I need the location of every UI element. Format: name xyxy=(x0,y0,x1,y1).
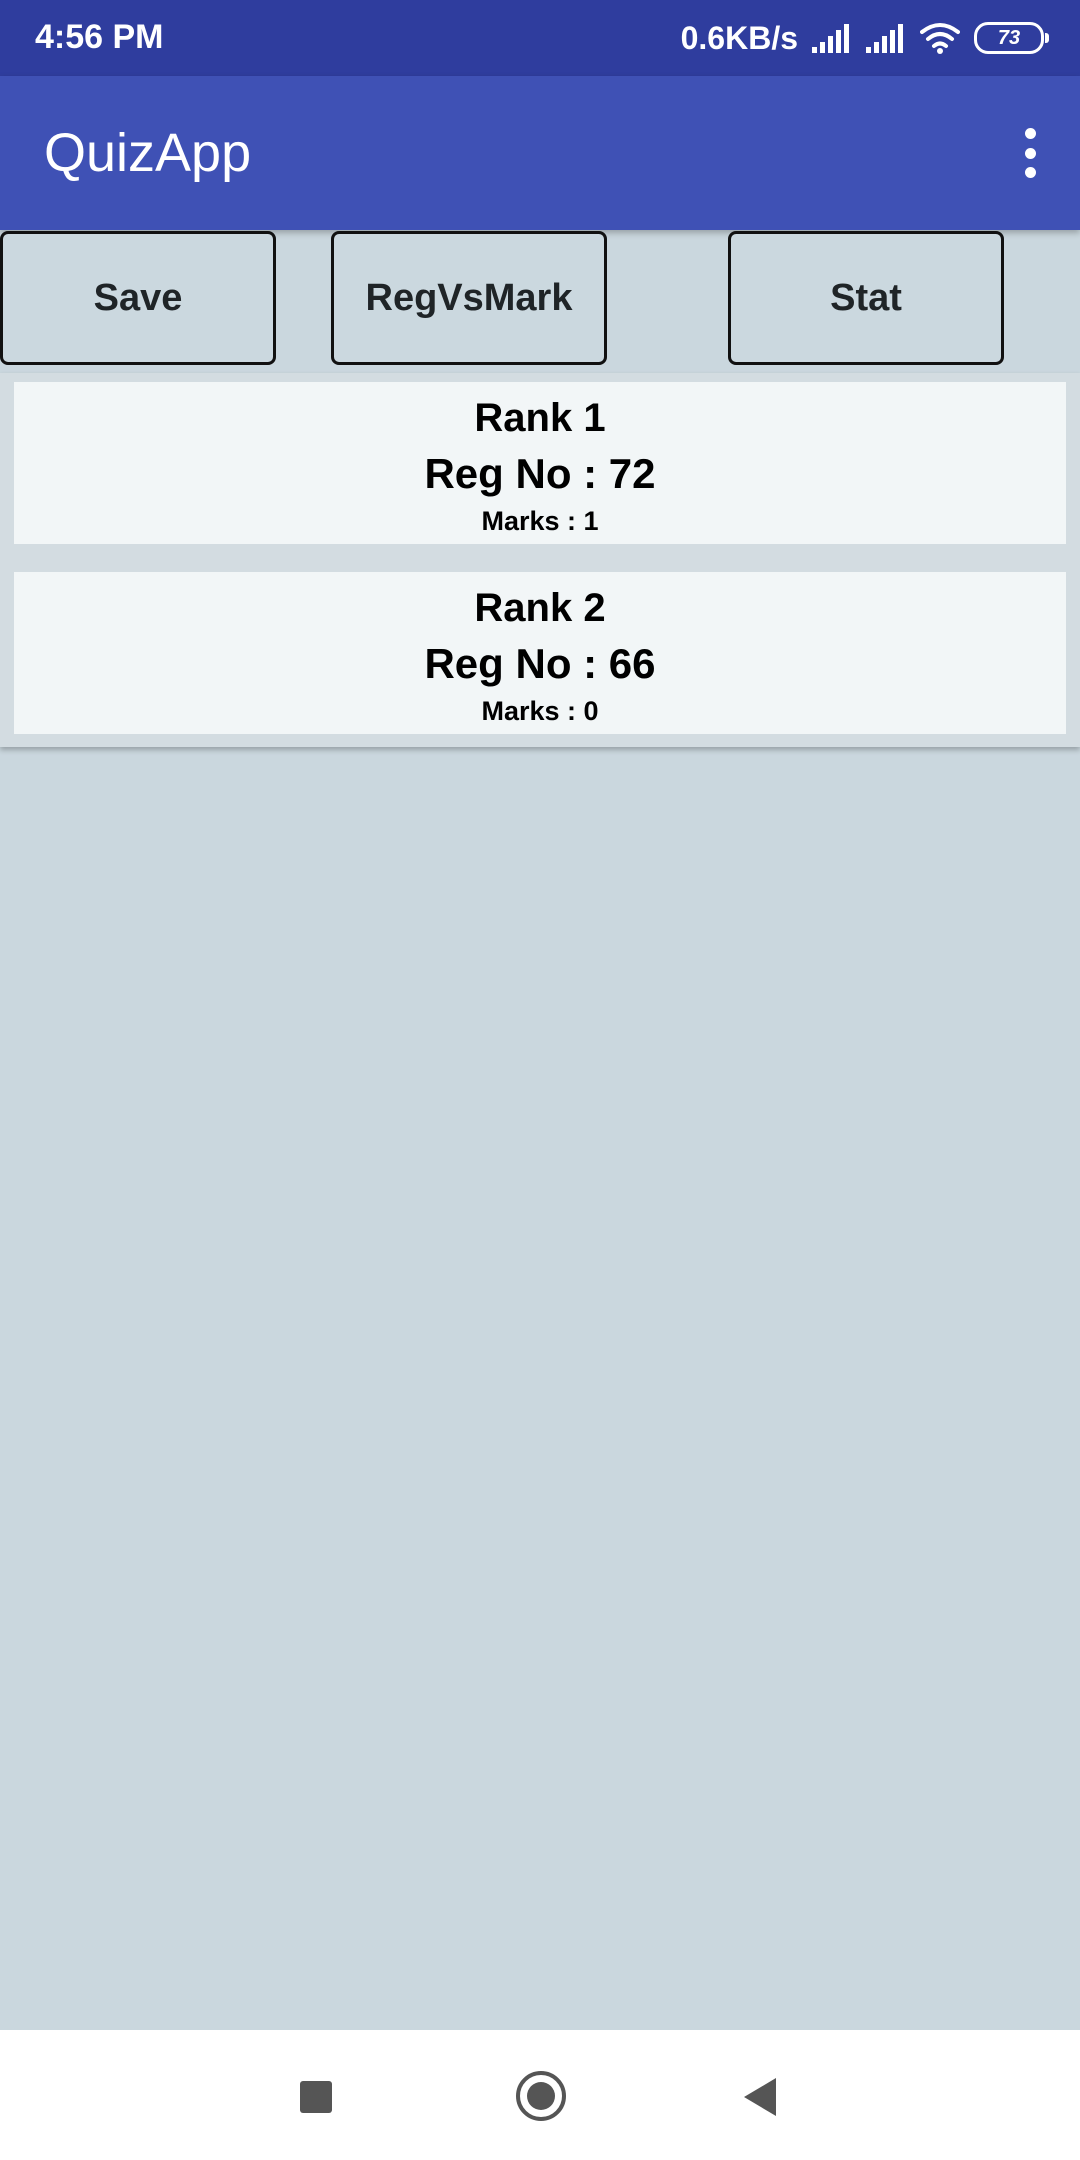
signal-icon xyxy=(866,24,903,53)
app-bar: QuizApp xyxy=(0,76,1080,230)
navigation-bar xyxy=(0,2030,1080,2160)
wifi-icon xyxy=(920,23,960,54)
status-time: 4:56 PM xyxy=(35,18,164,56)
status-icons: 0.6KB/s 73 xyxy=(680,16,1049,60)
reg-vs-mark-button[interactable]: RegVsMark xyxy=(331,231,607,365)
signal-icon xyxy=(812,24,849,53)
marks-label: Marks : 1 xyxy=(481,506,599,536)
recents-icon[interactable] xyxy=(300,2081,332,2113)
marks-label: Marks : 0 xyxy=(481,696,599,726)
status-bar: 4:56 PM 0.6KB/s 73 xyxy=(0,0,1080,76)
overflow-menu-icon[interactable] xyxy=(1020,128,1040,178)
reg-no-label: Reg No : 66 xyxy=(424,640,656,687)
list-item[interactable]: Rank 2 Reg No : 66 Marks : 0 xyxy=(14,572,1066,734)
save-button[interactable]: Save xyxy=(0,231,276,365)
battery-icon: 73 xyxy=(974,22,1049,54)
app-title: QuizApp xyxy=(44,123,252,183)
reg-no-label: Reg No : 72 xyxy=(424,450,656,497)
rank-label: Rank 2 xyxy=(474,586,606,630)
list-item[interactable]: Rank 1 Reg No : 72 Marks : 1 xyxy=(14,382,1066,544)
back-icon[interactable] xyxy=(744,2078,776,2116)
stat-button[interactable]: Stat xyxy=(728,231,1004,365)
battery-level: 73 xyxy=(997,26,1021,49)
network-speed: 0.6KB/s xyxy=(680,19,798,56)
home-icon[interactable] xyxy=(516,2071,566,2121)
rank-label: Rank 1 xyxy=(474,396,606,440)
